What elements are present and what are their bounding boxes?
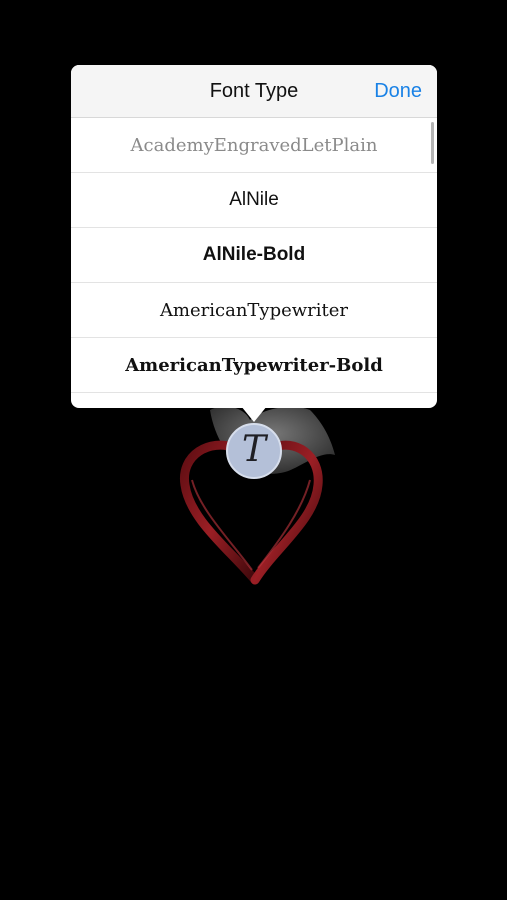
font-row-label: AcademyEngravedLetPlain xyxy=(130,134,378,156)
font-type-icon: T xyxy=(241,429,266,470)
font-row-alnile[interactable]: AlNile xyxy=(71,173,437,228)
font-row-label: AlNile xyxy=(229,189,279,210)
font-row-label: AlNile-Bold xyxy=(202,244,306,265)
font-row-american-typewriter[interactable]: AmericanTypewriter xyxy=(71,283,437,338)
font-type-button[interactable]: T xyxy=(226,423,282,479)
font-type-popover: Font Type Done AcademyEngravedLetPlain A… xyxy=(71,65,437,408)
done-button[interactable]: Done xyxy=(374,65,422,118)
popover-arrow xyxy=(241,406,267,422)
font-row-label: AmericanTypewriter xyxy=(159,299,349,321)
scroll-indicator[interactable] xyxy=(431,122,434,164)
popover-header: Font Type Done xyxy=(71,65,437,118)
font-row-alnile-bold[interactable]: AlNile-Bold xyxy=(71,228,437,283)
font-row-academy-engraved[interactable]: AcademyEngravedLetPlain xyxy=(71,118,437,173)
font-row-label: AmericanTypewriter-Bold xyxy=(125,354,383,376)
font-row-american-typewriter-bold[interactable]: AmericanTypewriter-Bold xyxy=(71,338,437,393)
app-screen: T Font Type Done AcademyEngravedLetPlain… xyxy=(0,0,507,900)
font-list[interactable]: AcademyEngravedLetPlain AlNile AlNile-Bo… xyxy=(71,118,437,408)
